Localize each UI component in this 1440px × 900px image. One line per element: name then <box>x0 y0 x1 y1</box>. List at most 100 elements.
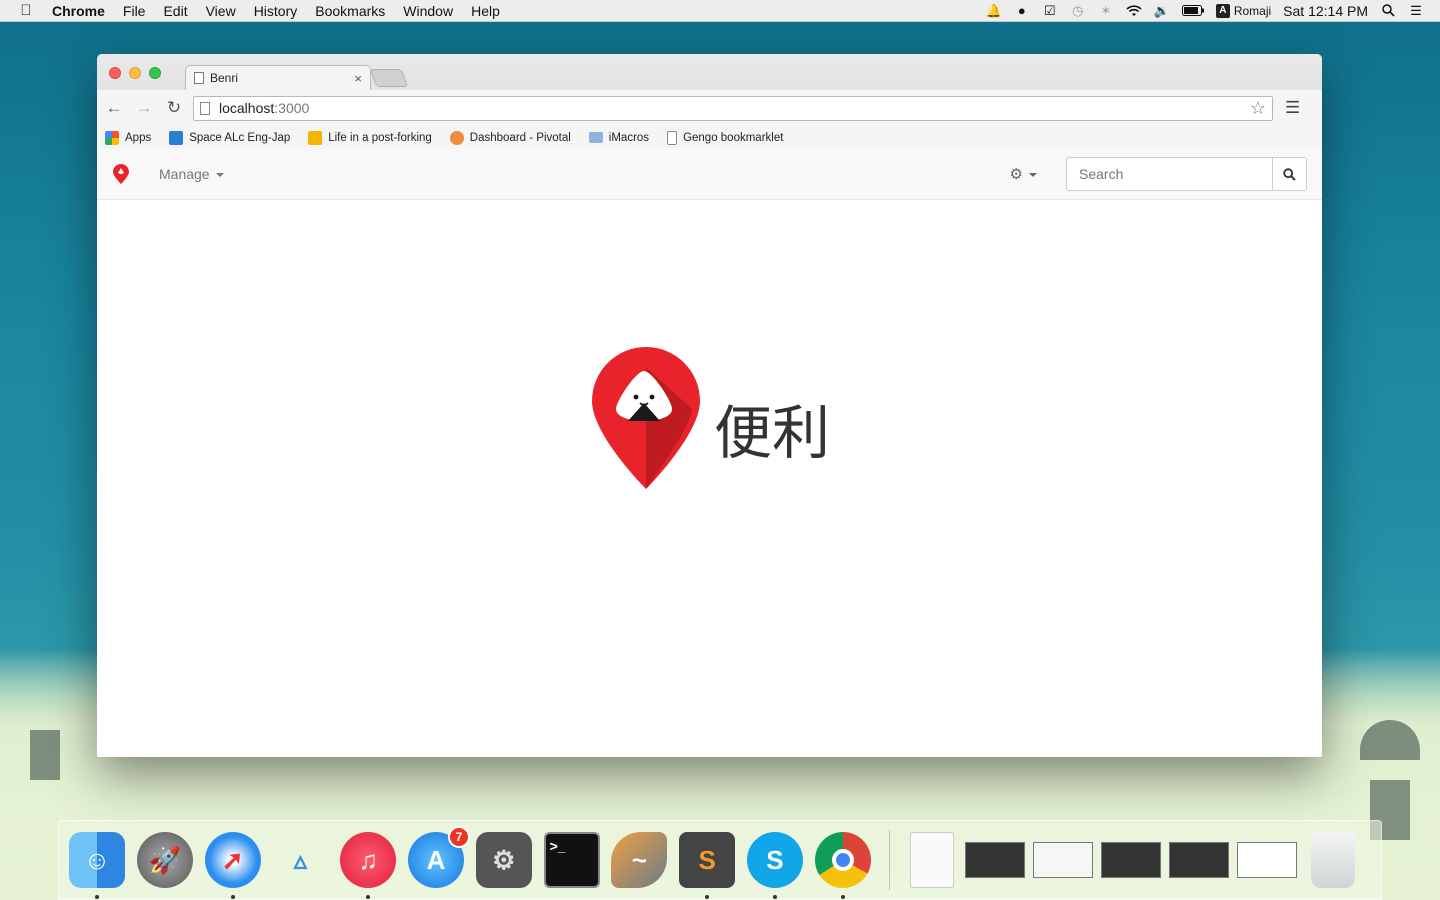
search-input[interactable] <box>1067 158 1272 190</box>
folder-icon <box>588 132 603 143</box>
bookmark-label: Gengo bookmarklet <box>683 131 784 144</box>
finder-icon[interactable]: ☺ <box>69 832 125 899</box>
back-arrow-icon[interactable]: ← <box>101 98 127 118</box>
browser-toolbar: ← → ↻ localhost:3000 ☆ ☰ <box>97 90 1322 126</box>
minimized-window-thumbnail[interactable] <box>965 842 1026 878</box>
minimize-window-button[interactable] <box>129 67 141 79</box>
manage-label: Manage <box>159 166 210 182</box>
clock[interactable]: Sat 12:14 PM <box>1283 3 1368 19</box>
alc-icon <box>169 130 184 145</box>
slides-icon <box>308 130 323 145</box>
browser-menu-icon[interactable]: ☰ <box>1285 98 1300 118</box>
minimized-window-thumbnail[interactable] <box>1169 842 1230 878</box>
app-store-badge: 7 <box>447 826 470 848</box>
search-form <box>1066 157 1307 191</box>
page-icon <box>194 72 204 84</box>
page-icon <box>200 101 210 115</box>
terminal-icon[interactable]: >_ <box>543 832 600 888</box>
menu-bookmarks[interactable]: Bookmarks <box>315 3 385 19</box>
spotlight-search-icon[interactable] <box>1380 4 1396 18</box>
tab-title: Benri <box>210 71 239 85</box>
zoom-window-button[interactable] <box>149 67 161 79</box>
bookmark-space-alc[interactable]: Space ALc Eng-Jap <box>169 130 291 145</box>
bookmark-star-icon[interactable]: ☆ <box>1250 98 1266 119</box>
browser-window: Benri × ← → ↻ localhost:3000 ☆ ☰ Apps Sp… <box>97 54 1322 757</box>
settings-gear-icon[interactable]: ⚙ <box>1010 165 1037 183</box>
hero-logo: 便利 <box>592 347 830 489</box>
alert-icon[interactable]: ● <box>1014 3 1030 18</box>
menu-window[interactable]: Window <box>403 3 453 19</box>
web-page: Manage ⚙ 便利 <box>97 149 1322 757</box>
input-method-label: Romaji <box>1233 3 1272 18</box>
url-port: :3000 <box>274 100 310 116</box>
close-window-button[interactable] <box>109 67 121 79</box>
menu-help[interactable]: Help <box>471 3 500 19</box>
menu-history[interactable]: History <box>254 3 298 19</box>
bluetooth-icon[interactable]: ✶ <box>1098 3 1114 18</box>
task-check-icon[interactable]: ☑ <box>1042 3 1058 18</box>
menu-bar:  Chrome File Edit View History Bookmark… <box>0 0 1440 22</box>
keynote-icon[interactable]: ▵ <box>272 832 328 888</box>
volume-icon[interactable]: 🔉 <box>1154 3 1170 18</box>
chevron-down-icon <box>215 173 224 178</box>
address-bar[interactable]: localhost:3000 ☆ <box>193 95 1273 121</box>
bookmark-apps[interactable]: Apps <box>105 130 152 145</box>
url-host: localhost <box>219 100 275 116</box>
manage-dropdown[interactable]: Manage <box>159 166 224 182</box>
bookmark-label: Life in a post-forking <box>328 131 432 144</box>
hero-title: 便利 <box>714 399 831 467</box>
page-icon <box>667 130 678 145</box>
bookmarks-bar: Apps Space ALc Eng-Jap Life in a post-fo… <box>97 126 1322 149</box>
bookmark-dashboard-pivotal[interactable]: Dashboard - Pivotal <box>449 130 571 145</box>
chrome-icon[interactable] <box>814 832 871 899</box>
sourcetree-icon[interactable]: ~ <box>611 832 668 888</box>
input-method[interactable]: A Romaji <box>1215 3 1272 18</box>
close-tab-icon[interactable]: × <box>354 71 362 86</box>
menu-edit[interactable]: Edit <box>163 3 187 19</box>
menu-app-name[interactable]: Chrome <box>52 3 105 19</box>
app-navbar: Manage ⚙ <box>97 149 1322 200</box>
new-tab-button[interactable] <box>369 69 409 87</box>
notification-bell-icon[interactable]: 🔔 <box>986 3 1002 18</box>
menu-view[interactable]: View <box>206 3 236 19</box>
itunes-icon[interactable]: ♫ <box>340 832 397 899</box>
search-icon <box>1283 167 1296 181</box>
time-machine-icon[interactable]: ◷ <box>1070 3 1086 18</box>
dock: ☺ 🚀 ➚ ▵ ♫ A 7 ⚙ >_ ~ S S <box>58 820 1382 900</box>
system-preferences-icon[interactable]: ⚙ <box>475 832 532 888</box>
wifi-icon[interactable] <box>1126 4 1142 18</box>
reload-icon[interactable]: ↻ <box>161 98 187 118</box>
battery-icon[interactable] <box>1181 4 1204 18</box>
bookmark-label: Space ALc Eng-Jap <box>189 131 291 144</box>
dock-separator <box>888 830 890 890</box>
window-controls <box>109 67 161 79</box>
bookmark-life-post-forking[interactable]: Life in a post-forking <box>308 130 432 145</box>
forward-arrow-icon[interactable]: → <box>131 98 157 118</box>
menu-file[interactable]: File <box>123 3 146 19</box>
bookmark-label: Dashboard - Pivotal <box>469 131 571 144</box>
bookmark-imacros[interactable]: iMacros <box>588 131 650 144</box>
document-icon[interactable] <box>909 832 954 888</box>
search-button[interactable] <box>1272 158 1306 190</box>
launchpad-icon[interactable]: 🚀 <box>136 832 193 888</box>
bookmark-label: Apps <box>125 131 152 144</box>
browser-tab[interactable]: Benri × <box>185 65 371 90</box>
skype-icon[interactable]: S <box>746 832 803 899</box>
apps-grid-icon <box>105 130 119 145</box>
sublime-text-icon[interactable]: S <box>679 832 736 899</box>
input-method-icon: A <box>1215 3 1230 18</box>
notification-center-icon[interactable]: ☰ <box>1408 3 1424 18</box>
bookmark-label: iMacros <box>608 131 650 144</box>
benri-onigiri-logo <box>592 347 700 489</box>
pivotal-icon <box>449 130 464 145</box>
app-store-icon[interactable]: A 7 <box>407 826 470 888</box>
minimized-window-thumbnail[interactable] <box>1033 842 1094 878</box>
bookmark-gengo[interactable]: Gengo bookmarklet <box>667 130 784 145</box>
minimized-window-thumbnail[interactable] <box>1101 842 1162 878</box>
benri-logo-icon[interactable] <box>113 164 129 184</box>
browser-chrome: Benri × ← → ↻ localhost:3000 ☆ ☰ Apps Sp… <box>97 54 1322 149</box>
minimized-window-thumbnail[interactable] <box>1237 842 1298 878</box>
trash-icon[interactable] <box>1311 832 1356 888</box>
apple-menu-icon[interactable]:  <box>0 2 52 19</box>
safari-icon[interactable]: ➚ <box>204 832 261 899</box>
